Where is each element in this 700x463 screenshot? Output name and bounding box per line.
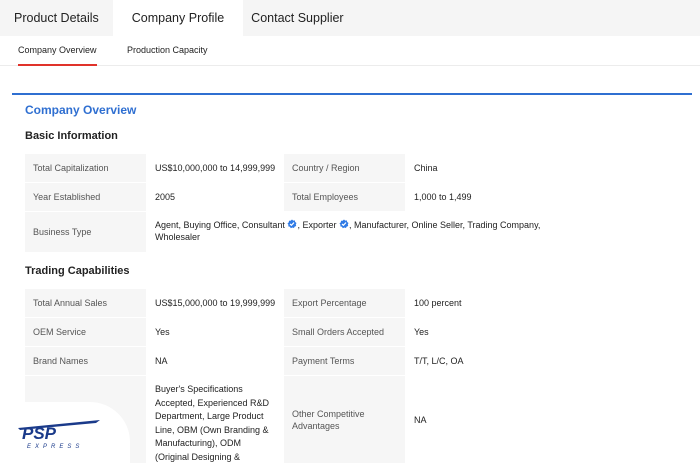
business-type-text: Wholesaler — [155, 232, 201, 242]
business-type-label: Business Type — [25, 212, 146, 252]
verified-badge-icon — [287, 219, 297, 229]
advantages-left-value: Buyer's Specifications Accepted, Experie… — [150, 376, 280, 463]
total-employees-label: Total Employees — [284, 183, 405, 211]
total-annual-sales-label: Total Annual Sales — [25, 289, 146, 317]
brand-names-value: NA — [150, 347, 280, 375]
small-orders-value: Yes — [409, 318, 545, 346]
section-title: Company Overview — [25, 103, 137, 117]
other-competitive-advantages-label: Other Competitive Advantages — [284, 376, 405, 463]
country-region-label: Country / Region — [284, 154, 405, 182]
small-orders-label: Small Orders Accepted — [284, 318, 405, 346]
verified-badge-icon — [339, 219, 349, 229]
export-percentage-value: 100 percent — [409, 289, 545, 317]
table-row: Business Type Agent, Buying Office, Cons… — [25, 212, 545, 252]
tab-contact-supplier[interactable]: Contact Supplier — [243, 0, 351, 36]
subtab-company-overview[interactable]: Company Overview — [18, 36, 97, 66]
export-percentage-label: Export Percentage — [284, 289, 405, 317]
tab-company-profile[interactable]: Company Profile — [112, 0, 244, 36]
total-capitalization-label: Total Capitalization — [25, 154, 146, 182]
business-type-value: Agent, Buying Office, Consultant , Expor… — [150, 212, 545, 252]
payment-terms-label: Payment Terms — [284, 347, 405, 375]
subtab-production-capacity[interactable]: Production Capacity — [127, 36, 208, 66]
business-type-text: , Manufacturer, Online Seller, Trading C… — [348, 220, 541, 230]
sub-tab-bar: Company Overview Production Capacity — [0, 36, 700, 66]
payment-terms-value: T/T, L/C, OA — [409, 347, 545, 375]
year-established-value: 2005 — [150, 183, 280, 211]
table-row: Total Annual Sales US$15,000,000 to 19,9… — [25, 289, 545, 317]
table-row: OEM Service Yes Small Orders Accepted Ye… — [25, 318, 545, 346]
other-competitive-advantages-value: NA — [409, 376, 545, 463]
psp-express-logo: PSP EXPRESS — [18, 420, 100, 450]
business-type-text: Agent, Buying Office, Consultant — [155, 220, 285, 230]
basic-information-title: Basic Information — [25, 130, 118, 142]
content-divider — [12, 93, 692, 95]
oem-service-value: Yes — [150, 318, 280, 346]
logo-subtext: EXPRESS — [27, 444, 83, 450]
tab-product-details[interactable]: Product Details — [0, 0, 113, 36]
brand-names-label: Brand Names — [25, 347, 146, 375]
logo-text: PSP — [22, 424, 57, 443]
total-annual-sales-value: US$15,000,000 to 19,999,999 — [150, 289, 280, 317]
total-employees-value: 1,000 to 1,499 — [409, 183, 545, 211]
year-established-label: Year Established — [25, 183, 146, 211]
table-row: Total Capitalization US$10,000,000 to 14… — [25, 154, 545, 182]
top-tab-bar: Product Details Company Profile Contact … — [0, 0, 700, 36]
trading-capabilities-title: Trading Capabilities — [25, 265, 130, 277]
table-row: Brand Names NA Payment Terms T/T, L/C, O… — [25, 347, 545, 375]
oem-service-label: OEM Service — [25, 318, 146, 346]
table-row: Year Established 2005 Total Employees 1,… — [25, 183, 545, 211]
country-region-value: China — [409, 154, 545, 182]
total-capitalization-value: US$10,000,000 to 14,999,999 — [150, 154, 280, 182]
business-type-text: , Exporter — [297, 220, 337, 230]
